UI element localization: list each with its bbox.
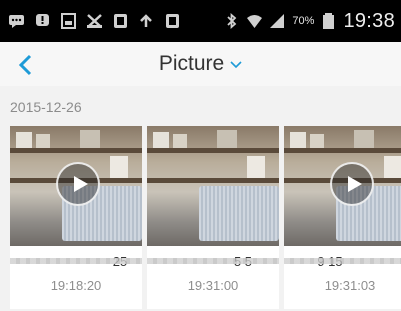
signal-icon xyxy=(269,13,286,29)
play-button[interactable] xyxy=(330,162,374,206)
app-icon xyxy=(112,13,129,29)
chevron-down-icon xyxy=(230,61,242,69)
picture-item[interactable]: 5 5 19:31:00 xyxy=(147,126,279,309)
tools-icon xyxy=(86,13,103,29)
battery-icon xyxy=(320,13,337,29)
date-label: 2015-12-26 xyxy=(10,99,82,115)
chevron-left-icon xyxy=(18,54,32,76)
play-icon xyxy=(73,176,88,192)
page-title: Picture xyxy=(158,52,225,75)
picture-grid: 25 19:18:20 5 5 19:31:00 xyxy=(10,126,401,309)
notification-icon xyxy=(34,13,51,29)
battery-percent: 70% xyxy=(292,15,315,27)
date-section: 2015-12-26 25 19:18:20 xyxy=(0,86,401,311)
picture-time: 19:31:03 xyxy=(324,278,376,293)
video-thumbnail[interactable] xyxy=(10,126,142,246)
picture-caption: 9 15 xyxy=(284,250,401,272)
video-thumbnail[interactable] xyxy=(284,126,401,246)
status-bar: 70% 19:38 xyxy=(0,0,401,42)
app2-icon xyxy=(164,13,181,29)
picture-item[interactable]: 9 15 19:31:03 xyxy=(284,126,401,309)
image-thumbnail[interactable] xyxy=(147,126,279,246)
picture-caption: 25 xyxy=(10,250,142,272)
back-button[interactable] xyxy=(18,52,44,78)
play-button[interactable] xyxy=(56,162,100,206)
status-bar-right-icons: 70% 19:38 xyxy=(223,10,395,33)
gallery-icon xyxy=(60,13,77,29)
wifi-icon xyxy=(246,13,263,29)
picture-time: 19:31:00 xyxy=(187,278,239,293)
title-dropdown[interactable]: Picture xyxy=(159,52,242,76)
picture-item[interactable]: 25 19:18:20 xyxy=(10,126,142,309)
play-icon xyxy=(347,176,362,192)
app-header: Picture xyxy=(0,42,401,86)
sync-icon xyxy=(138,13,155,29)
status-bar-left-icons xyxy=(8,13,181,29)
picture-caption: 5 5 xyxy=(147,250,279,272)
status-bar-time: 19:38 xyxy=(343,9,395,32)
bluetooth-icon xyxy=(223,13,240,29)
camera-device xyxy=(199,186,279,241)
message-icon xyxy=(8,13,25,29)
picture-time: 19:18:20 xyxy=(50,278,102,293)
